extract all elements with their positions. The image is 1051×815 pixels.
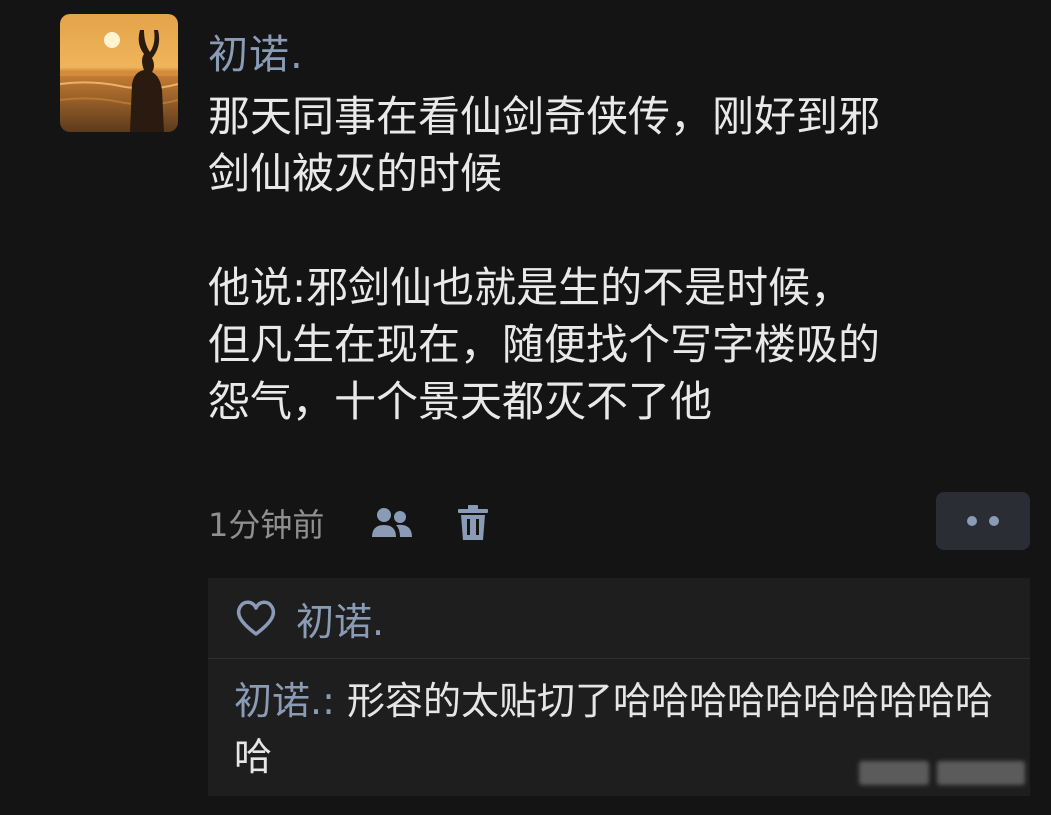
heart-icon [234,598,278,638]
post-content: 那天同事在看仙剑奇侠传，刚好到邪 剑仙被灭的时候 他说:邪剑仙也就是生的不是时候… [208,92,881,426]
people-icon[interactable] [370,505,414,541]
more-button[interactable] [936,492,1030,550]
trash-icon[interactable] [456,504,490,542]
blurred-watermark [859,761,1029,785]
post-timestamp: 1分钟前 [208,506,325,544]
post-meta-row: 1分钟前 [208,500,490,546]
avatar[interactable] [60,14,178,132]
reply-separator: : [322,679,347,723]
liker-name[interactable]: 初诺. [296,591,384,646]
more-dots-icon [967,516,977,526]
more-dots-icon [989,516,999,526]
sunset-avatar-image [60,14,178,132]
post-author-name[interactable]: 初诺. [208,22,304,80]
reply-author[interactable]: 初诺. [234,679,322,723]
likes-row: 初诺. [208,578,1030,659]
